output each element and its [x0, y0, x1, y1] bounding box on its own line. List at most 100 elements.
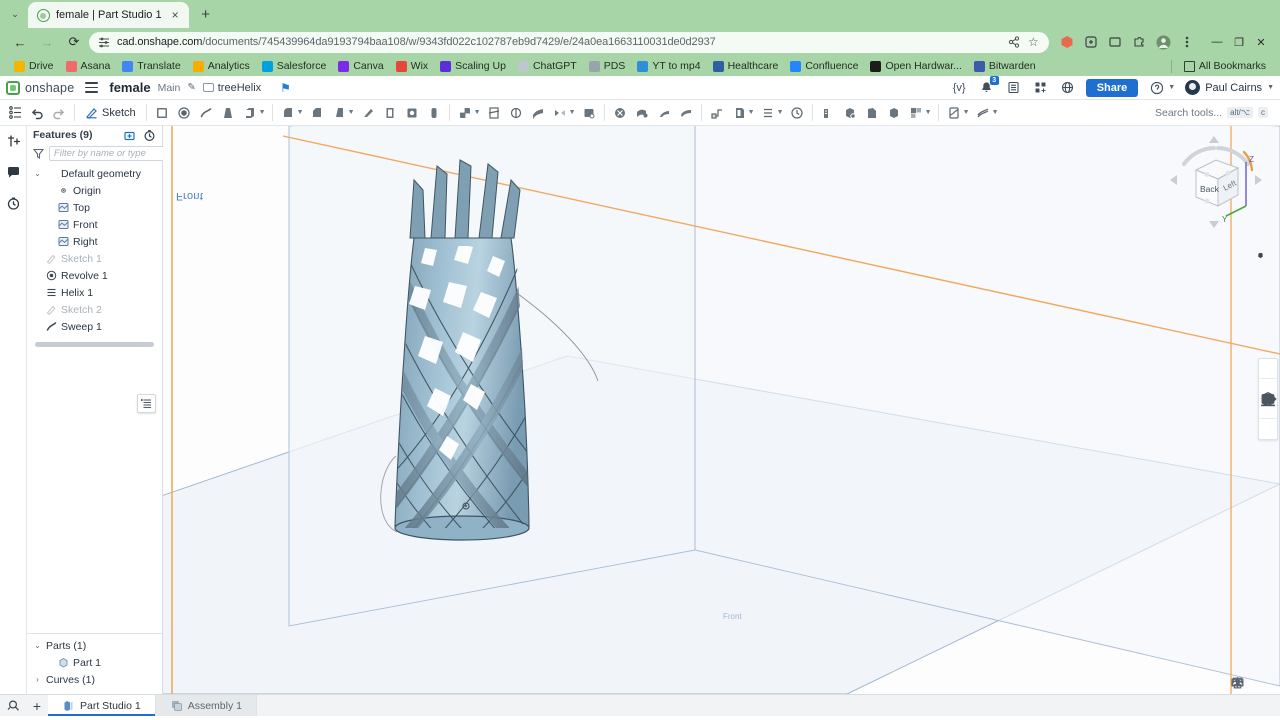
tree-item-default-geometry[interactable]: ⌄ Default geometry — [27, 165, 162, 182]
notifications-icon[interactable]: 3 — [978, 76, 999, 96]
bookmark-asana[interactable]: Asana — [60, 58, 117, 74]
comment-icon[interactable] — [4, 163, 22, 181]
mass-properties-icon[interactable] — [839, 102, 861, 124]
tree-item-helix-1[interactable]: Helix 1 — [27, 284, 162, 301]
document-name[interactable]: female — [109, 80, 150, 95]
back-icon[interactable]: ← — [8, 30, 32, 54]
insert-part-icon[interactable] — [4, 132, 22, 150]
puzzle-extensions-icon[interactable] — [1128, 31, 1150, 53]
bookmark-star-icon[interactable]: ☆ — [1028, 36, 1040, 48]
surface-icon[interactable] — [972, 102, 994, 124]
offset-surface-icon[interactable] — [527, 102, 549, 124]
tab-search-icon[interactable] — [0, 695, 26, 716]
omnibox[interactable]: cad.onshape.com/documents/745439964da919… — [89, 31, 1049, 53]
boolean-icon[interactable] — [454, 102, 476, 124]
view-cube[interactable]: Back Left Z Y — [1168, 134, 1264, 230]
reload-icon[interactable]: ⟳ — [62, 30, 86, 54]
graphics-viewport[interactable]: Front Back Left Z Y Front — [163, 126, 1280, 694]
extension-icon-3[interactable] — [1104, 31, 1126, 53]
close-window-button[interactable]: ✕ — [1250, 31, 1272, 53]
user-caret-icon[interactable]: ▼ — [1267, 84, 1274, 91]
tab-part-studio-1[interactable]: Part Studio 1 — [48, 695, 156, 716]
tree-item-part-1[interactable]: Part 1 — [27, 654, 162, 671]
hole-icon[interactable] — [401, 102, 423, 124]
tree-item-top[interactable]: Top — [27, 199, 162, 216]
thread-icon[interactable] — [423, 102, 445, 124]
rollback-icon[interactable] — [142, 128, 156, 142]
apps-grid-icon[interactable] — [1032, 79, 1049, 96]
bookmark-bitwarden[interactable]: Bitwarden — [968, 58, 1042, 74]
measure-icon[interactable] — [817, 102, 839, 124]
tree-item-curves-1[interactable]: › Curves (1) — [27, 671, 162, 688]
split-icon[interactable] — [483, 102, 505, 124]
maximize-button[interactable]: ❐ — [1228, 31, 1250, 53]
bookmark-analytics[interactable]: Analytics — [187, 58, 256, 74]
insert-feature-icon[interactable] — [122, 128, 136, 142]
transform-icon[interactable] — [505, 102, 527, 124]
add-tab-button[interactable]: + — [26, 695, 48, 716]
forward-icon[interactable]: → — [35, 30, 59, 54]
onshape-logo[interactable]: onshape — [6, 80, 74, 95]
chevron-icon[interactable]: ⌄ — [33, 641, 42, 650]
rib-icon[interactable] — [357, 102, 379, 124]
avatar[interactable] — [1185, 80, 1201, 95]
all-bookmarks-button[interactable]: All Bookmarks — [1178, 58, 1272, 74]
tree-item-front[interactable]: Front — [27, 216, 162, 233]
tree-item-sketch-2[interactable]: Sketch 2 — [27, 301, 162, 318]
delete-face-icon[interactable] — [609, 102, 631, 124]
fillet-icon[interactable] — [277, 102, 299, 124]
globe-icon[interactable] — [1059, 79, 1076, 96]
bookmark-pds[interactable]: PDS — [583, 58, 632, 74]
sheet-metal-icon[interactable] — [706, 102, 728, 124]
bookmark-yt-to-mp4[interactable]: YT to mp4 — [631, 58, 706, 74]
tree-item-origin[interactable]: Origin — [27, 182, 162, 199]
edit-pencil-icon[interactable]: ✎ — [187, 82, 195, 93]
bookmark-chatgpt[interactable]: ChatGPT — [512, 58, 583, 74]
extension-icon-1[interactable] — [1056, 31, 1078, 53]
browser-menu-icon[interactable] — [1176, 31, 1198, 53]
new-tab-button[interactable]: + — [193, 1, 219, 27]
undo-icon[interactable] — [26, 102, 48, 124]
minimize-button[interactable]: — — [1206, 31, 1228, 53]
panel-list-icon[interactable] — [137, 394, 156, 413]
replace-face-icon[interactable] — [653, 102, 675, 124]
bookmark-salesforce[interactable]: Salesforce — [256, 58, 333, 74]
bookmark-scaling-up[interactable]: Scaling Up — [434, 58, 512, 74]
feature-list-icon[interactable] — [4, 102, 26, 124]
move-face-icon[interactable] — [631, 102, 653, 124]
search-tools[interactable]: Search tools... alt/⌥ c — [1155, 107, 1276, 119]
history-icon[interactable] — [4, 194, 22, 212]
tree-item-sketch-1[interactable]: Sketch 1 — [27, 250, 162, 267]
close-icon[interactable]: × — [168, 8, 183, 23]
user-name[interactable]: Paul Cairns — [1205, 82, 1262, 94]
solid-icon[interactable] — [883, 102, 905, 124]
redo-icon[interactable] — [48, 102, 70, 124]
section-icon[interactable] — [861, 102, 883, 124]
branch-name[interactable]: Main — [158, 82, 181, 94]
helix-icon[interactable] — [757, 102, 779, 124]
bookmark-canva[interactable]: Canva — [332, 58, 389, 74]
featurescript-icon[interactable]: {v} — [951, 79, 968, 96]
draft-icon[interactable] — [328, 102, 350, 124]
chevron-icon[interactable]: ⌄ — [33, 169, 42, 178]
chamfer-icon[interactable] — [306, 102, 328, 124]
compare-icon[interactable] — [1231, 675, 1270, 690]
tab-assembly-1[interactable]: Assembly 1 — [155, 695, 257, 716]
tune-icon[interactable] — [98, 36, 110, 48]
list-icon[interactable] — [1005, 79, 1022, 96]
sweep-icon[interactable] — [195, 102, 217, 124]
main-menu-button[interactable] — [81, 79, 102, 95]
flag-icon[interactable]: ⚑ — [280, 81, 291, 95]
funnel-icon[interactable] — [32, 148, 45, 159]
help-icon[interactable] — [1148, 79, 1165, 96]
bookmark-healthcare[interactable]: Healthcare — [707, 58, 785, 74]
enclose-icon[interactable] — [675, 102, 697, 124]
mirror-icon[interactable] — [549, 102, 571, 124]
curve-icon[interactable] — [943, 102, 965, 124]
cavity-icon[interactable] — [578, 102, 600, 124]
share-button[interactable]: Share — [1085, 78, 1139, 97]
display-style-button[interactable]: ▼ — [1257, 252, 1264, 259]
extension-icon-2[interactable] — [1080, 31, 1102, 53]
tree-scrollbar[interactable] — [35, 342, 154, 347]
version-icon[interactable] — [786, 102, 808, 124]
